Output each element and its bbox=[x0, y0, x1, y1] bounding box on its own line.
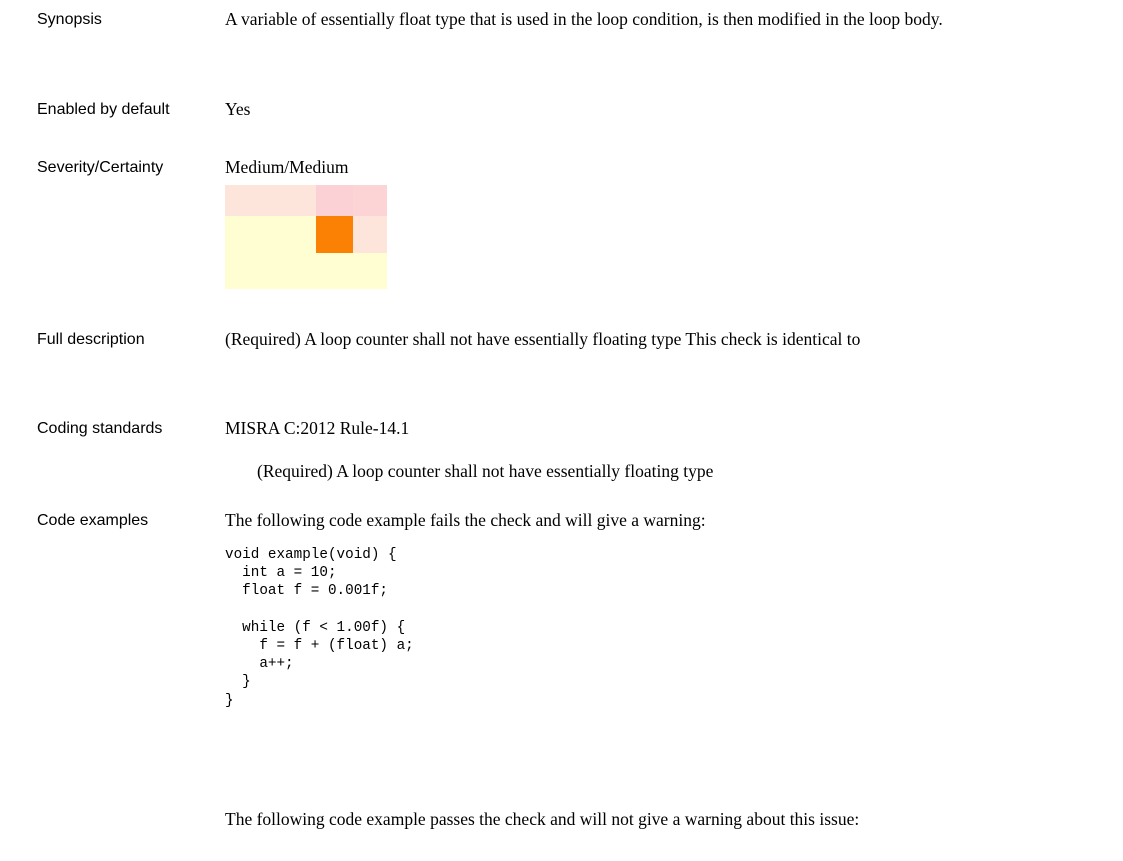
severity-certainty-value: Medium/Medium bbox=[225, 157, 349, 177]
fail-code-block: void example(void) { int a = 10; float f… bbox=[225, 547, 414, 709]
code-examples-label: Code examples bbox=[37, 512, 149, 529]
full-description-text: (Required) A loop counter shall not have… bbox=[225, 329, 861, 349]
matrix-cell bbox=[225, 216, 316, 253]
pass-example-intro: The following code example passes the ch… bbox=[225, 809, 860, 829]
coding-standard-name: MISRA C:2012 Rule-14.1 bbox=[225, 418, 410, 438]
matrix-cell bbox=[353, 185, 387, 216]
synopsis-text: A variable of essentially float type tha… bbox=[225, 9, 943, 29]
matrix-cell-highlighted bbox=[316, 216, 353, 253]
matrix-cell bbox=[225, 185, 316, 216]
fail-example-intro: The following code example fails the che… bbox=[225, 510, 706, 530]
severity-certainty-label: Severity/Certainty bbox=[37, 159, 164, 176]
matrix-cell bbox=[316, 253, 353, 289]
matrix-cell bbox=[316, 185, 353, 216]
severity-certainty-matrix bbox=[225, 185, 387, 289]
matrix-cell bbox=[225, 253, 316, 289]
matrix-cell bbox=[353, 216, 387, 253]
coding-standard-rule-text: (Required) A loop counter shall not have… bbox=[257, 461, 714, 481]
full-description-label: Full description bbox=[37, 331, 145, 348]
enabled-by-default-label: Enabled by default bbox=[37, 101, 170, 118]
coding-standards-label: Coding standards bbox=[37, 420, 163, 437]
enabled-by-default-value: Yes bbox=[225, 99, 251, 119]
matrix-cell bbox=[353, 253, 387, 289]
synopsis-label: Synopsis bbox=[37, 11, 102, 28]
